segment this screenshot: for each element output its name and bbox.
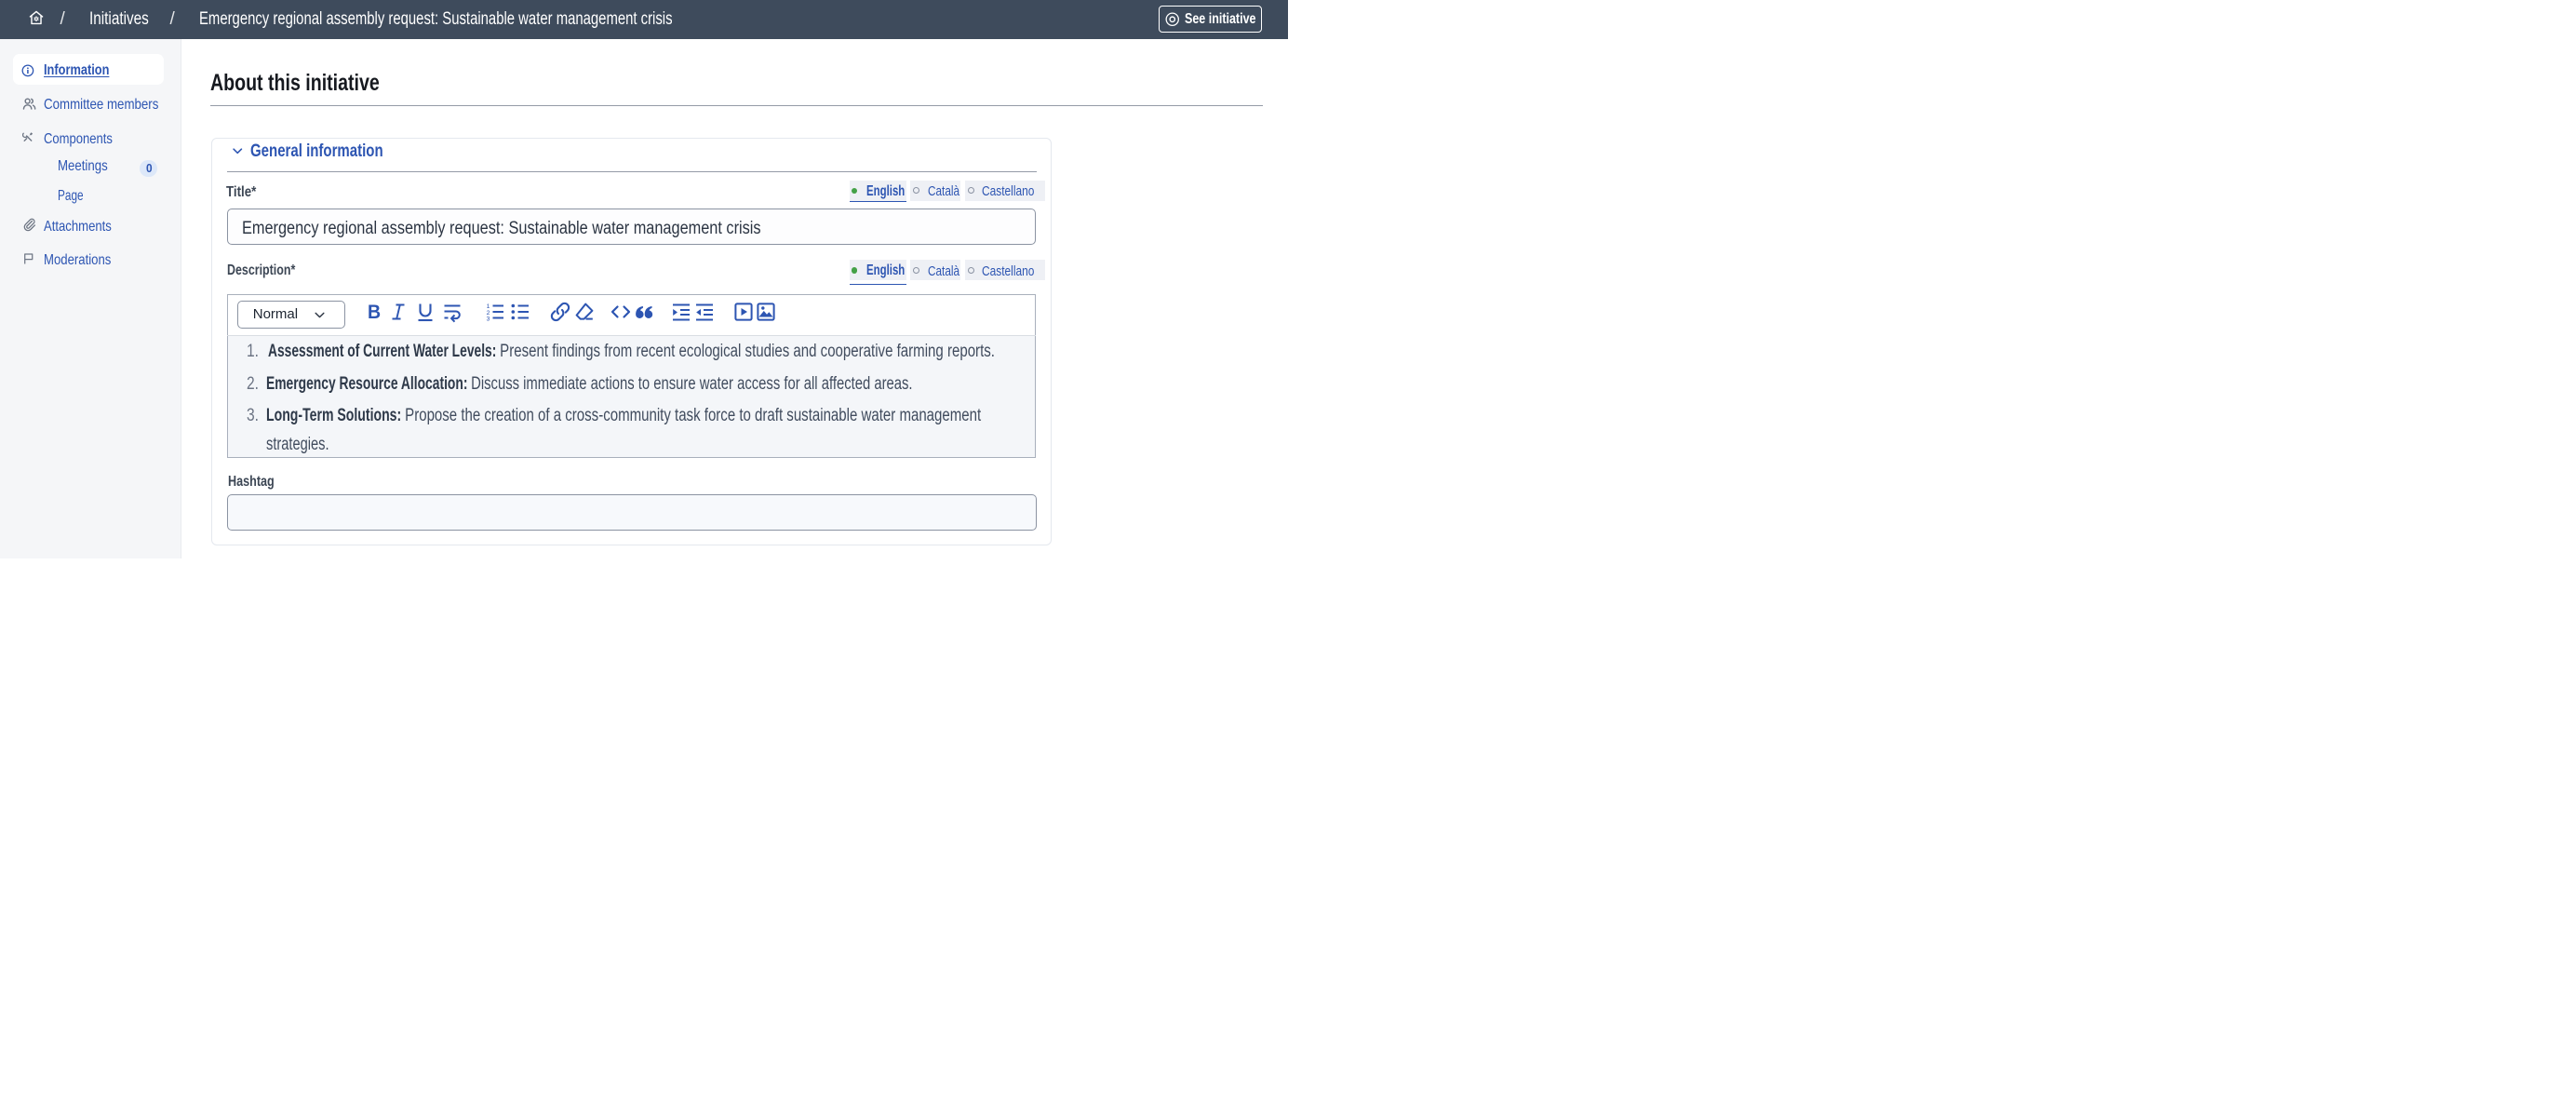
svg-text:3: 3 [486,316,490,322]
